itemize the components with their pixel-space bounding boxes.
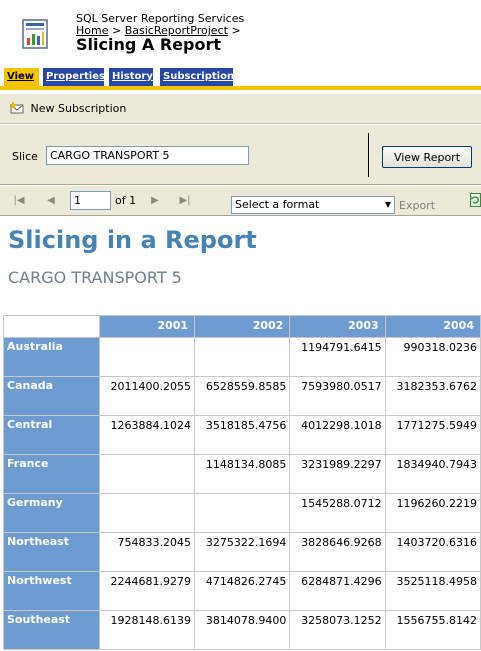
matrix-header-row: 2001 2002 2003 2004 [3,315,481,338]
table-cell: 1556755.8142 [384,610,481,650]
table-cell: 2011400.2055 [98,376,196,416]
table-cell: 3275322.1694 [194,532,291,572]
page-title: Slicing A Report [76,35,221,54]
last-page-icon[interactable]: ▶| [179,195,191,207]
next-page-icon[interactable]: ▶ [149,195,161,207]
table-row: Canada 2011400.2055 6528559.8585 7593980… [3,376,481,416]
chevron-down-icon: ▼ [384,200,391,209]
tab-subscriptions[interactable]: Subscriptions [160,68,240,86]
table-row: Northwest 2244681.9279 4714826.2745 6284… [3,571,481,611]
new-subscription-label: New Subscription [30,102,127,115]
report-heading: Slicing in a Report [8,226,257,254]
table-cell: 1194791.6415 [289,337,386,377]
export-format-value: Select a format [235,198,320,211]
matrix-corner [3,315,100,338]
table-cell: 990318.0236 [384,337,481,377]
previous-page-icon[interactable]: ◀ [45,195,57,207]
table-row: Australia 1194791.6415 990318.0236 [3,337,481,377]
table-cell: 1148134.8085 [194,454,291,494]
table-cell [98,493,196,533]
row-header: Central [3,415,100,455]
report-header: SQL Server Reporting Services Home > Bas… [0,0,481,66]
row-header: Germany [3,493,100,533]
table-cell: 6284871.4296 [289,571,386,611]
table-cell: 3814078.9400 [194,610,291,650]
tab-view[interactable]: View [4,68,39,90]
table-row: Central 1263884.1024 3518185.4756 401229… [3,415,481,455]
row-header: Australia [3,337,100,377]
report-toolbar: |◀ ◀ of 1 ▶ ▶| Select a format ▼ Export [0,186,481,216]
table-cell: 1263884.1024 [98,415,196,455]
export-format-select[interactable]: Select a format ▼ [231,196,395,214]
row-header: France [3,454,100,494]
table-cell: 1545288.0712 [289,493,386,533]
table-cell [194,337,291,377]
refresh-icon[interactable] [470,193,481,207]
tab-bar: View Properties History Subscriptions [0,66,481,90]
column-header: 2001 [98,315,196,338]
table-cell: 1403720.6316 [384,532,481,572]
row-header: Canada [3,376,100,416]
table-cell: 3518185.4756 [194,415,291,455]
table-row: Germany 1545288.0712 1196260.2219 [3,493,481,533]
slice-input[interactable] [46,146,249,165]
table-cell: 3525118.4958 [384,571,481,611]
table-cell [194,493,291,533]
breadcrumb-trailing-separator: > [231,24,241,37]
table-cell: 3182353.6762 [384,376,481,416]
table-cell: 4012298.1018 [289,415,386,455]
first-page-icon[interactable]: |◀ [13,195,25,207]
table-cell: 754833.2045 [98,532,196,572]
row-header: Northwest [3,571,100,611]
new-subscription-button[interactable]: New Subscription [10,102,126,115]
table-cell: 3258073.1252 [289,610,386,650]
table-row: France 1148134.8085 3231989.2297 1834940… [3,454,481,494]
column-header: 2003 [289,315,386,338]
row-header: Northeast [3,532,100,572]
view-report-button[interactable]: View Report [382,146,472,168]
table-cell [98,454,196,494]
table-cell: 6528559.8585 [194,376,291,416]
table-cell: 1928148.6139 [98,610,196,650]
table-cell: 3231989.2297 [289,454,386,494]
tab-properties[interactable]: Properties [43,68,105,86]
table-row: Northeast 754833.2045 3275322.1694 38286… [3,532,481,572]
table-cell: 4714826.2745 [194,571,291,611]
table-cell: 1196260.2219 [384,493,481,533]
subscription-toolbar: New Subscription [0,94,481,124]
column-header: 2002 [194,315,291,338]
sales-matrix: 2001 2002 2003 2004 Australia 1194791.64… [3,315,481,650]
table-row: Southeast 1928148.6139 3814078.9400 3258… [3,610,481,650]
new-subscription-icon [10,102,24,114]
row-header: Southeast [3,610,100,650]
table-cell: 7593980.0517 [289,376,386,416]
slice-label: Slice [12,150,38,163]
tab-history[interactable]: History [109,68,153,86]
table-cell: 1834940.7943 [384,454,481,494]
column-header: 2004 [384,315,481,338]
table-cell [98,337,196,377]
table-cell: 2244681.9279 [98,571,196,611]
report-subheading: CARGO TRANSPORT 5 [8,268,182,287]
page-count-text: of 1 [115,194,137,207]
export-link[interactable]: Export [399,199,435,212]
table-cell: 1771275.5949 [384,415,481,455]
page-number-input[interactable] [70,191,111,210]
parameters-divider [368,133,369,177]
report-icon [22,19,48,49]
table-cell: 3828646.9268 [289,532,386,572]
